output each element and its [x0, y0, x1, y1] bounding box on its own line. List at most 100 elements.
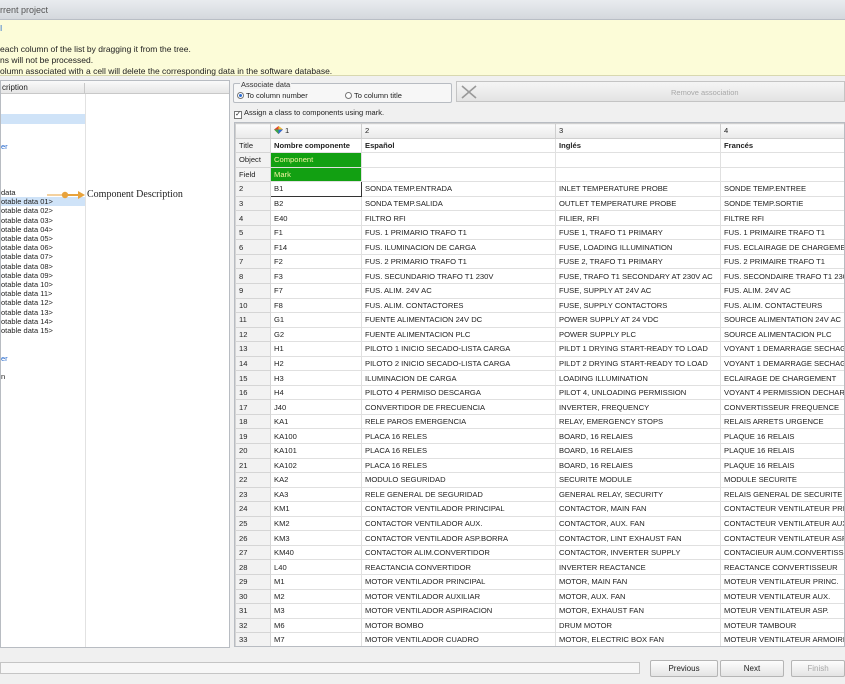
- grid-cell[interactable]: BOARD, 16 RELAIES: [555, 457, 721, 474]
- grid-cell[interactable]: MOTEUR VENTILATEUR PRINC.: [720, 573, 844, 590]
- object-association-cell[interactable]: Component: [270, 152, 362, 168]
- grid-cell[interactable]: G2: [270, 326, 362, 343]
- grid-cell[interactable]: MOTOR, AUX. FAN: [555, 588, 721, 605]
- grid-cell[interactable]: H4: [270, 384, 362, 401]
- tree-item[interactable]: otable data 15>: [1, 326, 85, 335]
- grid-cell[interactable]: MOTEUR VENTILATEUR ASP.: [720, 603, 844, 619]
- grid-cell[interactable]: ILUMINACION DE CARGA: [361, 370, 556, 386]
- grid-cell[interactable]: CONTACTOR VENTILADOR ASP.BORRA: [361, 530, 556, 546]
- grid-cell[interactable]: FUSE, SUPPLY CONTACTORS: [555, 297, 721, 314]
- title-cell[interactable]: Nombre componente: [270, 137, 362, 154]
- title-cell[interactable]: Francés: [720, 137, 844, 154]
- grid-cell[interactable]: [555, 166, 721, 183]
- column-header[interactable]: 4: [720, 123, 844, 139]
- grid-cell[interactable]: [555, 152, 721, 168]
- grid-cell[interactable]: [720, 166, 844, 183]
- grid-cell[interactable]: INLET TEMPERATURE PROBE: [555, 181, 721, 197]
- grid-cell[interactable]: PILOTO 2 INICIO SECADO-LISTA CARGA: [361, 355, 556, 372]
- grid-cell[interactable]: FUS. ALIM. CONTACTORES: [361, 297, 556, 314]
- grid-cell[interactable]: PLACA 16 RELES: [361, 457, 556, 474]
- grid-cell[interactable]: LOADING ILLUMINATION: [555, 370, 721, 386]
- grid-cell[interactable]: FUS. ECLAIRAGE DE CHARGEMENT: [720, 239, 844, 255]
- grid-cell[interactable]: F2: [270, 253, 362, 270]
- grid-cell[interactable]: MOTOR, MAIN FAN: [555, 573, 721, 590]
- grid-cell[interactable]: FUS. SECONDAIRE TRAFO T1 230V: [720, 268, 844, 285]
- grid-cell[interactable]: RELAIS ARRETS URGENCE: [720, 413, 844, 430]
- grid-cell[interactable]: FUS. ALIM. 24V AC: [720, 283, 844, 299]
- tree-item[interactable]: [1, 133, 85, 142]
- tree-item[interactable]: otable data 14>: [1, 317, 85, 326]
- grid-cell[interactable]: FUS. ALIM. CONTACTEURS: [720, 297, 844, 314]
- grid-cell[interactable]: MOTOR VENTILADOR CUADRO: [361, 632, 556, 646]
- tree-item[interactable]: [1, 124, 85, 133]
- tree-item[interactable]: otable data 11>: [1, 289, 85, 298]
- grid-cell[interactable]: FUENTE ALIMENTACION 24V DC: [361, 312, 556, 328]
- grid-cell[interactable]: MOTEUR TAMBOUR: [720, 617, 844, 634]
- grid-cell[interactable]: CONTACTOR, INVERTER SUPPLY: [555, 544, 721, 561]
- grid-cell[interactable]: CONTACTEUR VENTILATEUR ASP.E: [720, 530, 844, 546]
- grid-cell[interactable]: FILTRE RFI: [720, 210, 844, 226]
- grid-cell[interactable]: VOYANT 1 DEMARRAGE SECHAGE-: [720, 355, 844, 372]
- grid-cell[interactable]: INVERTER REACTANCE: [555, 559, 721, 575]
- column-header[interactable]: 3: [555, 123, 721, 139]
- grid-cell[interactable]: PILOTO 4 PERMISO DESCARGA: [361, 384, 556, 401]
- grid-cell[interactable]: FILIER, RFI: [555, 210, 721, 226]
- assign-class-checkbox[interactable]: ✓ Assign a class to components using mark…: [234, 108, 384, 119]
- tree-item[interactable]: n: [1, 372, 85, 381]
- grid-cell[interactable]: SOURCE ALIMENTACION PLC: [720, 326, 844, 343]
- tree-item[interactable]: [1, 96, 85, 105]
- grid-cell[interactable]: BOARD, 16 RELAIES: [555, 428, 721, 445]
- grid-cell[interactable]: SECURITE MODULE: [555, 472, 721, 488]
- grid-cell[interactable]: SOURCE ALIMENTATION 24V AC: [720, 312, 844, 328]
- grid-cell[interactable]: FUS. 1 PRIMARIO TRAFO T1: [361, 224, 556, 241]
- tree-item[interactable]: otable data 12>: [1, 298, 85, 307]
- tree-item[interactable]: otable data 05>: [1, 234, 85, 243]
- grid-cell[interactable]: CONTACTOR, LINT EXHAUST FAN: [555, 530, 721, 546]
- grid-cell[interactable]: L40: [270, 559, 362, 575]
- grid-cell[interactable]: KM2: [270, 515, 362, 532]
- grid-cell[interactable]: FUS. ALIM. 24V AC: [361, 283, 556, 299]
- grid-cell[interactable]: PILDT 2 DRYING START-READY TO LOAD: [555, 355, 721, 372]
- grid-cell[interactable]: M2: [270, 588, 362, 605]
- grid-cell[interactable]: FUSE 2, TRAFO T1 PRIMARY: [555, 253, 721, 270]
- grid-cell[interactable]: BOARD, 16 RELAIES: [555, 443, 721, 459]
- tree-column-header[interactable]: cription: [1, 83, 85, 94]
- grid-cell[interactable]: RELAY, EMERGENCY STOPS: [555, 413, 721, 430]
- grid-cell[interactable]: B1: [270, 181, 362, 197]
- grid-cell[interactable]: M3: [270, 603, 362, 619]
- grid-cell[interactable]: MODULE SECURITE: [720, 472, 844, 488]
- tree-item[interactable]: otable data 02>: [1, 206, 85, 215]
- grid-cell[interactable]: J40: [270, 399, 362, 415]
- grid-cell[interactable]: KA3: [270, 486, 362, 503]
- grid-cell[interactable]: FUSE, LOADING ILLUMINATION: [555, 239, 721, 255]
- grid-cell[interactable]: E40: [270, 210, 362, 226]
- grid-cell[interactable]: B2: [270, 195, 362, 212]
- tree-item[interactable]: [1, 363, 85, 372]
- grid-cell[interactable]: H2: [270, 355, 362, 372]
- grid-cell[interactable]: F7: [270, 283, 362, 299]
- title-cell[interactable]: Inglés: [555, 137, 721, 154]
- grid-cell[interactable]: PLAQUE 16 RELAIS: [720, 428, 844, 445]
- grid-cell[interactable]: FUS. 2 PRIMARIO TRAFO T1: [361, 253, 556, 270]
- grid-cell[interactable]: FUS. 2 PRIMAIRE TRAFO T1: [720, 253, 844, 270]
- grid-cell[interactable]: MOTOR, EXHAUST FAN: [555, 603, 721, 619]
- radio-to-column-title[interactable]: To column title: [345, 91, 402, 101]
- grid-cell[interactable]: OUTLET TEMPERATURE PROBE: [555, 195, 721, 212]
- grid-cell[interactable]: [361, 152, 556, 168]
- grid-cell[interactable]: MODULO SEGURIDAD: [361, 472, 556, 488]
- grid-cell[interactable]: FUENTE ALIMENTACION PLC: [361, 326, 556, 343]
- radio-to-column-number[interactable]: To column number: [237, 91, 308, 101]
- grid-cell[interactable]: MOTOR VENTILADOR ASPIRACION: [361, 603, 556, 619]
- grid-cell[interactable]: CONTACTOR, MAIN FAN: [555, 501, 721, 517]
- grid-cell[interactable]: F14: [270, 239, 362, 255]
- grid-cell[interactable]: KA2: [270, 472, 362, 488]
- grid-cell[interactable]: PLAQUE 16 RELAIS: [720, 443, 844, 459]
- field-association-cell[interactable]: Mark: [270, 166, 362, 183]
- grid-cell[interactable]: SONDA TEMP.ENTRADA: [361, 181, 556, 197]
- tree-item[interactable]: [1, 335, 85, 344]
- tree-item[interactable]: otable data 04>: [1, 225, 85, 234]
- grid-cell[interactable]: PILOTO 1 INICIO SECADO-LISTA CARGA: [361, 341, 556, 357]
- grid-cell[interactable]: FUSE, SUPPLY AT 24V AC: [555, 283, 721, 299]
- grid-cell[interactable]: M6: [270, 617, 362, 634]
- grid-cell[interactable]: CONTACTOR VENTILADOR PRINCIPAL: [361, 501, 556, 517]
